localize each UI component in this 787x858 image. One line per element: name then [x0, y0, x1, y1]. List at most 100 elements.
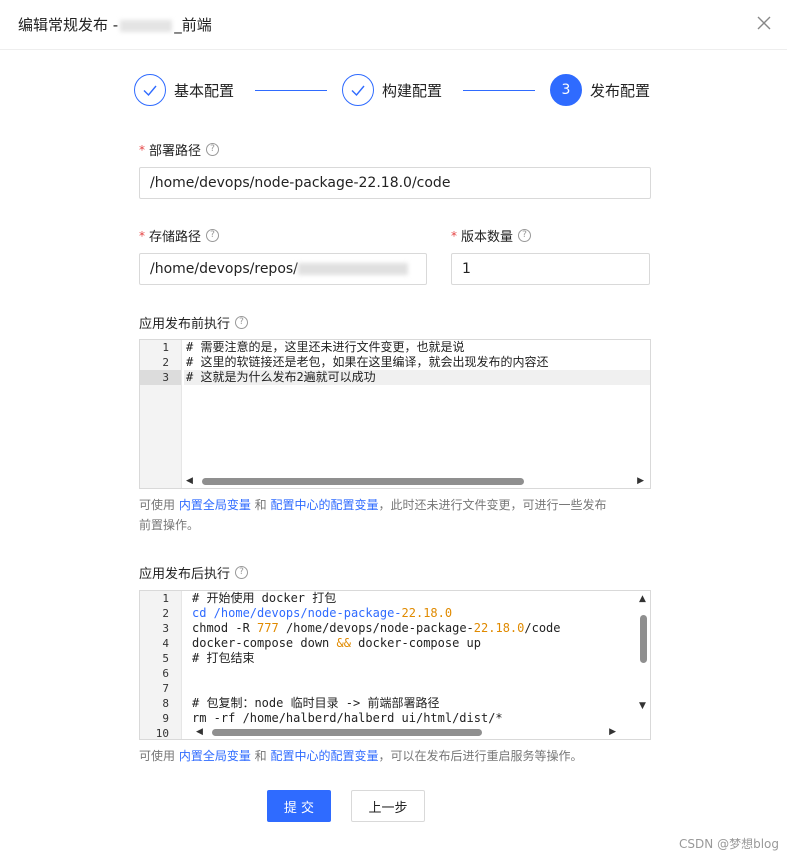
- step-label: 基本配置: [174, 81, 235, 100]
- hint-text: ，可以在发布后进行重启服务等操作。: [378, 749, 583, 763]
- code-line: # 需要注意的是，这里还未进行文件变更，也就是说: [186, 340, 465, 354]
- line-number-gutter: 1 2 3 4 5 6 7 8 9 10: [140, 591, 182, 739]
- line-number: 4: [162, 637, 169, 650]
- help-icon[interactable]: ?: [206, 229, 220, 242]
- scroll-up-icon[interactable]: ▲: [639, 594, 646, 604]
- deploy-path-input[interactable]: /home/devops/node-package-22.18.0/code: [139, 167, 651, 199]
- code-line: # 包复制：node 临时目录 -> 前端部署路径: [192, 696, 440, 710]
- scroll-left-icon[interactable]: ◀: [186, 476, 193, 486]
- post-exec-hint: 可使用 内置全局变量 和 配置中心的配置变量，可以在发布后进行重启服务等操作。: [139, 746, 659, 766]
- code-token: 22.18.0: [473, 621, 525, 635]
- dialog-title-prefix: 编辑常规发布 -: [18, 16, 119, 34]
- close-icon[interactable]: [755, 14, 773, 32]
- storage-path-label: * 存储路径 ?: [139, 226, 220, 245]
- scroll-thumb[interactable]: [640, 615, 647, 663]
- code-line: # 这就是为什么发布2遍就可以成功: [184, 370, 650, 385]
- pre-exec-hint: 可使用 内置全局变量 和 配置中心的配置变量，此时还未进行文件变更，可进行一些发…: [139, 495, 659, 535]
- step-label: 发布配置: [590, 81, 651, 100]
- help-icon[interactable]: ?: [518, 229, 532, 242]
- redacted-app-name: [120, 19, 173, 32]
- hint-text: 和: [250, 498, 271, 512]
- code-line: rm -rf /home/halberd/halberd ui/html/dis…: [192, 711, 503, 725]
- code-line: chmod -R 777 /home/devops/node-package-2…: [184, 621, 636, 636]
- required-mark: *: [451, 228, 457, 243]
- submit-button[interactable]: 提 交: [267, 790, 331, 822]
- code-token: 777: [257, 621, 279, 635]
- required-mark: *: [139, 228, 145, 243]
- step-done-check-icon: [342, 74, 374, 106]
- config-center-vars-link[interactable]: 配置中心的配置变量: [270, 749, 378, 763]
- horizontal-scrollbar[interactable]: ◀ ▶: [182, 725, 636, 739]
- hint-text: 可使用: [139, 498, 179, 512]
- label-text: 存储路径: [149, 230, 202, 245]
- label-text: 版本数量: [461, 230, 514, 245]
- post-exec-editor[interactable]: 1 2 3 4 5 6 7 8 9 10 # 开始使用 docker 打包 cd…: [139, 590, 651, 740]
- code-token: cd /home/devops/node-package-: [192, 606, 402, 620]
- code-line: # 这里的软链接还是老包，如果在这里编译，就会出现发布的内容还: [186, 355, 549, 369]
- step-number-badge: 3: [550, 74, 582, 106]
- dialog-title: 编辑常规发布 - _前端: [18, 14, 212, 35]
- required-mark: *: [139, 142, 145, 157]
- vertical-scrollbar[interactable]: ▲ ▼: [636, 591, 650, 713]
- label-text: 部署路径: [149, 144, 202, 159]
- step-basic-config[interactable]: 基本配置: [134, 74, 234, 106]
- scroll-right-icon[interactable]: ▶: [637, 476, 644, 486]
- code-token: 22.18.0: [401, 606, 453, 620]
- code-line: # 开始使用 docker 打包: [192, 591, 337, 605]
- storage-path-input[interactable]: /home/devops/repos/: [139, 253, 427, 285]
- scroll-thumb[interactable]: [202, 478, 524, 485]
- line-number: 3: [162, 622, 169, 635]
- code-line: docker-compose down && docker-compose up: [184, 636, 636, 651]
- code-line: # 打包结束: [192, 651, 255, 665]
- line-number: 1: [162, 592, 169, 605]
- redacted-repo-name: [297, 263, 408, 275]
- builtin-vars-link[interactable]: 内置全局变量: [179, 498, 251, 512]
- step-connector: [463, 90, 535, 91]
- code-token: /code: [524, 621, 561, 635]
- dialog-title-suffix: _前端: [174, 16, 212, 34]
- line-number: 6: [162, 667, 169, 680]
- line-number: 10: [155, 727, 169, 740]
- pre-exec-editor[interactable]: 1 2 3 # 需要注意的是，这里还未进行文件变更，也就是说 # 这里的软链接还…: [139, 339, 651, 489]
- pre-exec-label: 应用发布前执行 ?: [139, 313, 249, 332]
- scroll-down-icon[interactable]: ▼: [639, 701, 646, 711]
- version-count-input[interactable]: 1: [451, 253, 650, 285]
- code-token: docker-compose up: [350, 636, 481, 650]
- line-number: 8: [162, 697, 169, 710]
- scroll-left-icon[interactable]: ◀: [196, 727, 203, 737]
- dialog-header: 编辑常规发布 - _前端: [0, 0, 787, 50]
- help-icon[interactable]: ?: [235, 566, 249, 579]
- line-number: 9: [162, 712, 169, 725]
- help-icon[interactable]: ?: [235, 316, 249, 329]
- code-token: &&: [336, 636, 351, 650]
- hint-text: 前置操作。: [139, 518, 200, 532]
- line-number: 3: [140, 370, 181, 385]
- code-token: chmod -R: [192, 621, 258, 635]
- line-number-gutter: 1 2 3: [140, 340, 182, 488]
- help-icon[interactable]: ?: [206, 143, 220, 156]
- line-number: 1: [162, 341, 169, 354]
- version-count-label: * 版本数量 ?: [451, 226, 532, 245]
- hint-text: ，此时还未进行文件变更，可进行一些发布: [378, 498, 607, 512]
- config-center-vars-link[interactable]: 配置中心的配置变量: [270, 498, 378, 512]
- step-label: 构建配置: [382, 81, 443, 100]
- storage-path-value: /home/devops/repos/: [150, 261, 298, 277]
- code-token: docker-compose down: [192, 636, 337, 650]
- step-build-config[interactable]: 构建配置: [342, 74, 442, 106]
- step-publish-config[interactable]: 3 发布配置: [550, 74, 650, 106]
- hint-text: 和: [250, 749, 271, 763]
- scroll-right-icon[interactable]: ▶: [609, 727, 616, 737]
- scroll-thumb[interactable]: [212, 729, 482, 736]
- line-number: 5: [162, 652, 169, 665]
- deploy-path-label: * 部署路径 ?: [139, 140, 220, 159]
- label-text: 应用发布前执行: [139, 317, 231, 332]
- horizontal-scrollbar[interactable]: ◀ ▶: [182, 474, 650, 488]
- previous-step-button[interactable]: 上一步: [351, 790, 425, 822]
- line-number: 2: [162, 607, 169, 620]
- code-area[interactable]: # 需要注意的是，这里还未进行文件变更，也就是说 # 这里的软链接还是老包，如果…: [184, 340, 650, 385]
- code-area[interactable]: # 开始使用 docker 打包 cd /home/devops/node-pa…: [184, 591, 636, 739]
- label-text: 应用发布后执行: [139, 567, 231, 582]
- builtin-vars-link[interactable]: 内置全局变量: [179, 749, 251, 763]
